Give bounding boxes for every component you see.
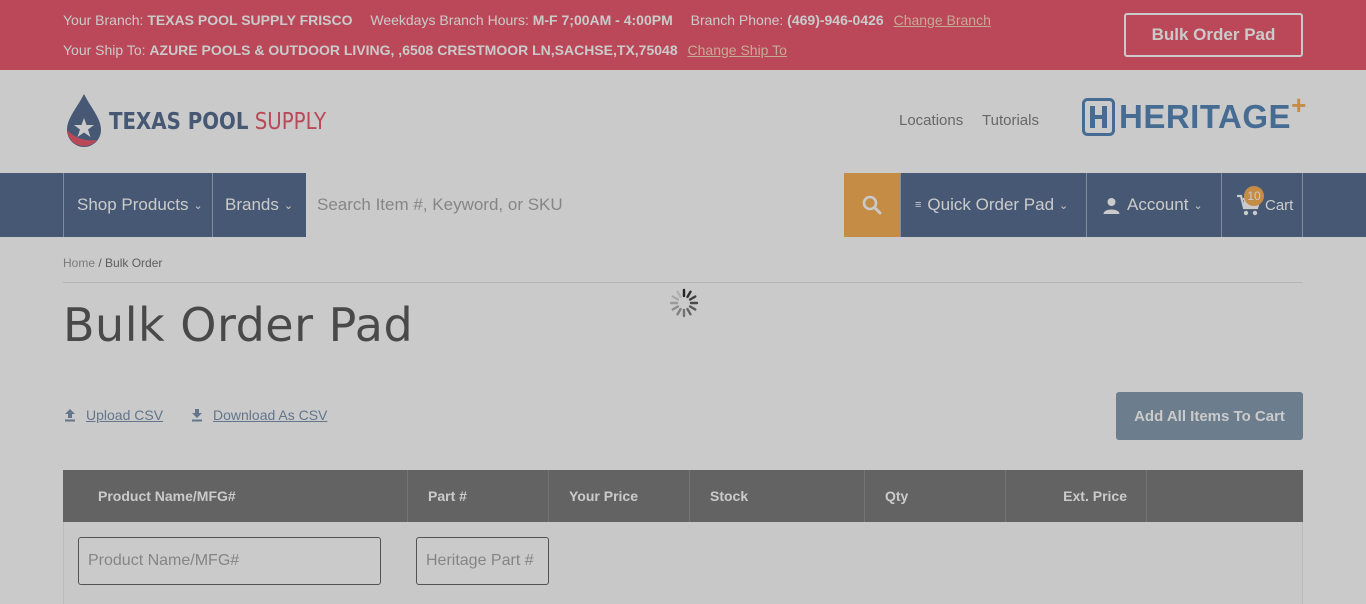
shipto-value: AZURE POOLS & OUTDOOR LIVING, ,6508 CRES… [149,42,678,58]
phone-label: Branch Phone: [690,12,784,28]
spinner-icon [669,288,699,318]
search-input[interactable] [306,173,844,237]
table-row [63,522,1303,604]
heritage-logo[interactable]: HERITAGE + [1082,90,1306,136]
quick-order-pad-menu[interactable]: ≡ Quick Order Pad ⌄ [900,173,1087,237]
shop-products-label: Shop Products [77,195,189,214]
breadcrumb-divider [63,282,1303,283]
branch-info-bar: Your Branch: TEXAS POOL SUPPLY FRISCO We… [0,0,1366,70]
breadcrumb: Home / Bulk Order [63,256,162,270]
product-name-input[interactable] [79,538,380,584]
change-ship-to-link[interactable]: Change Ship To [688,42,787,58]
breadcrumb-current: Bulk Order [105,256,163,270]
locations-link[interactable]: Locations [899,112,963,129]
bulk-order-pad-button[interactable]: Bulk Order Pad [1124,13,1303,57]
hours-label: Weekdays Branch Hours: [370,12,529,28]
phone-value: (469)-946-0426 [787,12,884,28]
branch-value: TEXAS POOL SUPPLY FRISCO [147,12,353,28]
brands-menu[interactable]: Brands ⌄ [212,173,306,237]
column-header-stock: Stock [690,470,865,522]
chevron-down-icon: ⌄ [283,199,294,212]
breadcrumb-home-link[interactable]: Home [63,256,95,270]
cart-label: Cart [1265,196,1294,214]
water-drop-star-icon [67,94,101,147]
download-csv-label: Download As CSV [213,407,328,423]
shop-products-menu[interactable]: Shop Products ⌄ [63,173,213,237]
logo-word-texas-pool: TEXAS POOL [109,109,249,135]
branch-info-row: Your Branch: TEXAS POOL SUPPLY FRISCO We… [63,12,991,28]
search-icon [862,195,882,215]
list-icon: ≡ [915,199,922,211]
breadcrumb-separator: / [95,256,106,270]
column-header-price: Your Price [549,470,690,522]
download-csv-link[interactable]: Download As CSV [190,407,327,423]
site-header: TEXAS POOL SUPPLY Locations Tutorials HE… [0,70,1366,173]
tutorials-link[interactable]: Tutorials [982,112,1039,129]
column-header-part: Part # [408,470,549,522]
quick-order-pad-label: Quick Order Pad [927,195,1055,214]
ship-to-row: Your Ship To: AZURE POOLS & OUTDOOR LIVI… [63,42,787,58]
heritage-plus: + [1291,89,1307,120]
chevron-down-icon: ⌄ [1059,199,1069,212]
page-title: Bulk Order Pad [63,298,414,352]
main-nav: Shop Products ⌄ Brands ⌄ ≡ Quick Order P… [0,173,1366,237]
heritage-wordmark: HERITAGE [1119,98,1292,135]
upload-csv-link[interactable]: Upload CSV [63,407,163,423]
site-logo[interactable]: TEXAS POOL SUPPLY [63,92,361,152]
brands-label: Brands [225,195,279,214]
bulk-order-table-header: Product Name/MFG# Part # Your Price Stoc… [63,470,1303,522]
person-icon [1103,197,1120,214]
chevron-down-icon: ⌄ [1193,199,1203,212]
part-number-field [416,537,549,585]
search-box [306,173,844,237]
logo-wordmark: TEXAS POOL SUPPLY [109,109,326,135]
account-menu[interactable]: Account ⌄ [1086,173,1222,237]
logo-word-supply: SUPPLY [254,109,327,135]
upload-icon [65,409,75,422]
cart-link[interactable]: Cart [1221,173,1303,237]
heritage-h-icon [1082,98,1115,136]
add-all-to-cart-button[interactable]: Add All Items To Cart [1116,392,1303,440]
column-header-qty: Qty [865,470,1006,522]
column-header-product: Product Name/MFG# [63,470,408,522]
search-button[interactable] [844,173,900,237]
chevron-down-icon: ⌄ [193,199,203,212]
account-label: Account [1127,195,1189,214]
change-branch-link[interactable]: Change Branch [894,12,991,28]
column-header-ext-price: Ext. Price [1006,470,1147,522]
cart-count-badge: 10 [1244,186,1264,206]
part-number-input[interactable] [417,538,548,584]
shipto-label: Your Ship To: [63,42,146,58]
upload-csv-label: Upload CSV [86,407,164,423]
product-name-field [78,537,381,585]
branch-label: Your Branch: [63,12,144,28]
download-icon [192,409,202,422]
hours-value: M-F 7;00AM - 4:00PM [532,12,673,28]
